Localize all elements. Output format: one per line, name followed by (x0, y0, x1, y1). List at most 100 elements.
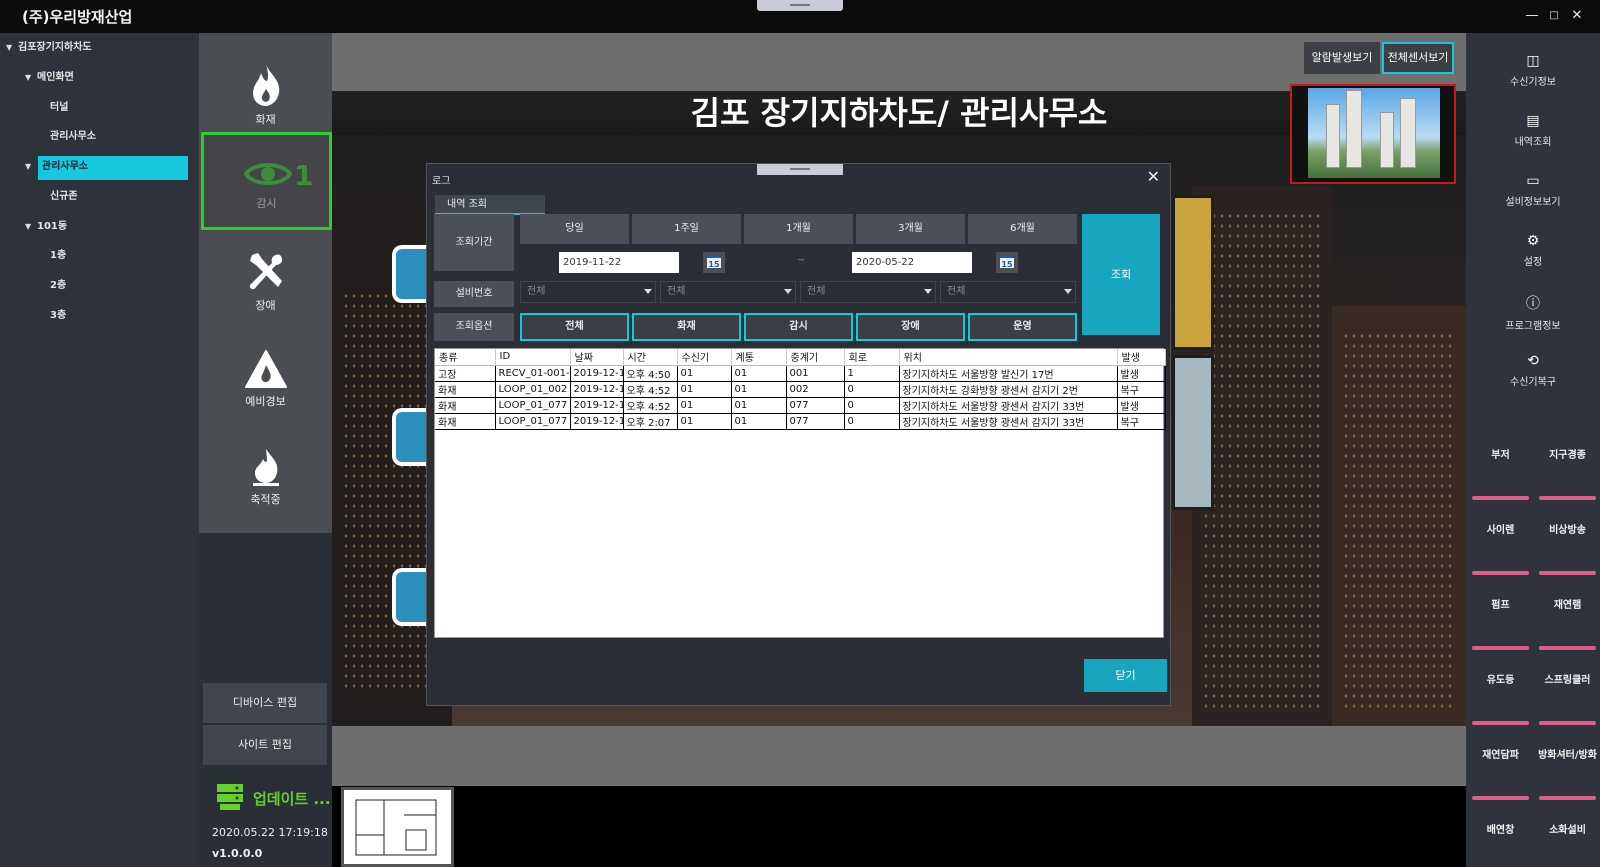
receiver-info-button[interactable]: ◫ 수신기정보 (1466, 39, 1600, 99)
category-monitor[interactable]: 1 감시 (201, 132, 332, 230)
tree-node-gimpo[interactable]: ▼ 김포장기지하차도 (6, 37, 92, 59)
control-guide-light[interactable]: 유도등 (1468, 646, 1533, 716)
receiver-restore-button[interactable]: ⟲ 수신기복구 (1466, 339, 1600, 399)
col-circuit[interactable]: 회로 (844, 349, 900, 366)
date-separator: ~ (797, 255, 806, 266)
table-row[interactable]: 화재LOOP_01_0772019-12-1(오후 2:0701010770장기… (435, 413, 1166, 430)
control-damper[interactable]: 재연담파 (1468, 721, 1533, 791)
col-type[interactable]: 종류 (435, 349, 496, 366)
table-row[interactable]: 고장RECV_01-001-12019-12-1:오후 4:5001010011… (435, 365, 1166, 382)
expand-arrow-icon[interactable]: ▼ (25, 67, 37, 89)
equipment-info-button[interactable]: ▭ 설비정보보기 (1466, 159, 1600, 219)
col-date[interactable]: 날짜 (570, 349, 624, 366)
tab-history[interactable]: 내역 조회 (435, 195, 545, 215)
equip-select-3[interactable]: 전체 (800, 281, 936, 303)
period-6month-button[interactable]: 6개월 (968, 214, 1077, 244)
calendar-to-button[interactable]: 15 (996, 252, 1018, 273)
category-prealarm[interactable]: 예비경보 (199, 331, 332, 429)
equip-select-2[interactable]: 전체 (660, 281, 796, 303)
calendar-from-button[interactable]: 15 (703, 252, 725, 273)
all-sensor-view-button[interactable]: 전체센서보기 (1382, 42, 1454, 74)
category-fault[interactable]: 장애 (199, 233, 332, 331)
tree-expand-office[interactable]: ▼ (25, 156, 37, 178)
datetime: 2020.05.22 17:19:18 (212, 826, 328, 839)
option-operation-button[interactable]: 운영 (968, 313, 1077, 341)
site-edit-button[interactable]: 사이트 편집 (203, 725, 327, 765)
date-to-input[interactable]: 2020-05-22 (852, 252, 972, 273)
settings-button[interactable]: ⚙ 설정 (1466, 219, 1600, 279)
tree-node-office-selected[interactable]: 관리사무소 (38, 156, 188, 180)
update-status[interactable]: 업데이트 ... (213, 780, 331, 815)
period-1month-button[interactable]: 1개월 (744, 214, 853, 244)
control-pump[interactable]: 펌프 (1468, 571, 1533, 641)
calendar-icon: 15 (1000, 255, 1014, 269)
program-info-button[interactable]: ⓘ 프로그램정보 (1466, 279, 1600, 339)
table-row[interactable]: 화재LOOP_01_0022019-12-1:오후 4:5201010020장기… (435, 381, 1166, 398)
control-bell[interactable]: 지구경종 (1535, 421, 1600, 491)
table-row[interactable]: 화재LOOP_01_0772019-12-1:오후 4:5201010770장기… (435, 397, 1166, 414)
tree-node-3f[interactable]: 3층 (50, 305, 66, 327)
maximize-button[interactable]: □ (1543, 6, 1565, 26)
table-cell: 오후 2:07 (623, 413, 678, 430)
col-receiver[interactable]: 수신기 (677, 349, 732, 366)
table-cell: 2019-12-1( (570, 413, 624, 430)
option-fire-button[interactable]: 화재 (632, 313, 741, 341)
col-location[interactable]: 위치 (899, 349, 1118, 366)
device-edit-button[interactable]: 디바이스 편집 (203, 683, 327, 723)
table-cell: LOOP_01_077 (495, 397, 571, 414)
zone-tab[interactable] (392, 568, 428, 626)
search-button[interactable]: 조회 (1082, 214, 1160, 335)
window-drag-handle[interactable] (757, 0, 843, 11)
zone-panel-yellow[interactable] (1172, 195, 1214, 350)
tree-node-tunnel[interactable]: 터널 (50, 97, 68, 119)
option-all-button[interactable]: 전체 (520, 313, 629, 341)
equip-select-1[interactable]: 전체 (520, 281, 656, 303)
col-id[interactable]: ID (495, 349, 571, 366)
card-icon: ▭ (1526, 173, 1540, 189)
col-time[interactable]: 시간 (623, 349, 678, 366)
tree-node-office[interactable]: 관리사무소 (50, 126, 96, 148)
close-window-button[interactable]: ✕ (1566, 6, 1588, 26)
date-from-input[interactable]: 2019-11-22 (559, 252, 679, 273)
floor-plan-minimap[interactable] (341, 787, 454, 867)
expand-arrow-icon[interactable]: ▼ (6, 37, 18, 59)
tree-node-101[interactable]: ▼ 101동 (25, 216, 67, 238)
equip-select-4[interactable]: 전체 (940, 281, 1076, 303)
control-broadcast[interactable]: 비상방송 (1535, 496, 1600, 566)
col-event[interactable]: 발생 (1117, 349, 1166, 366)
table-cell: 복구 (1117, 381, 1166, 398)
category-storing[interactable]: 축적중 (199, 429, 332, 527)
period-3month-button[interactable]: 3개월 (856, 214, 965, 244)
expand-arrow-icon[interactable]: ▼ (25, 156, 37, 178)
close-button[interactable]: 닫기 (1084, 659, 1167, 692)
control-siren[interactable]: 사이렌 (1468, 496, 1533, 566)
table-cell: 1 (844, 365, 900, 382)
zone-tab[interactable] (392, 245, 428, 303)
period-today-button[interactable]: 당일 (520, 214, 629, 244)
control-buzzer[interactable]: 부저 (1468, 421, 1533, 491)
minimize-button[interactable]: — (1521, 6, 1543, 26)
period-1week-button[interactable]: 1주일 (632, 214, 741, 244)
close-icon[interactable]: ✕ (1147, 167, 1160, 186)
expand-arrow-icon[interactable]: ▼ (25, 216, 37, 238)
history-button[interactable]: ▤ 내역조회 (1466, 99, 1600, 159)
control-sprinkler[interactable]: 스프링클러 (1535, 646, 1600, 716)
option-monitor-button[interactable]: 감시 (744, 313, 853, 341)
col-repeater[interactable]: 중계기 (786, 349, 845, 366)
category-fire[interactable]: 화재 (199, 45, 332, 143)
zone-tab[interactable] (392, 408, 428, 466)
zone-panel-grey[interactable] (1172, 355, 1214, 510)
tree-node-newzone[interactable]: 신규존 (50, 186, 78, 208)
control-shutter[interactable]: 방화셔터/방화 (1535, 721, 1600, 791)
col-system[interactable]: 계통 (731, 349, 787, 366)
control-extinguisher[interactable]: 소화설비 (1535, 796, 1600, 867)
site-thumbnail[interactable] (1290, 84, 1456, 184)
control-smoke-window[interactable]: 배연창 (1468, 796, 1533, 867)
tree-node-2f[interactable]: 2층 (50, 275, 66, 297)
option-fault-button[interactable]: 장애 (856, 313, 965, 341)
dialog-drag-handle[interactable] (757, 164, 843, 175)
control-smoke-lamp[interactable]: 재연램 (1535, 571, 1600, 641)
tree-node-1f[interactable]: 1층 (50, 245, 66, 267)
tree-node-main[interactable]: ▼ 메인화면 (25, 67, 74, 89)
alarm-view-button[interactable]: 알람발생보기 (1304, 42, 1380, 74)
